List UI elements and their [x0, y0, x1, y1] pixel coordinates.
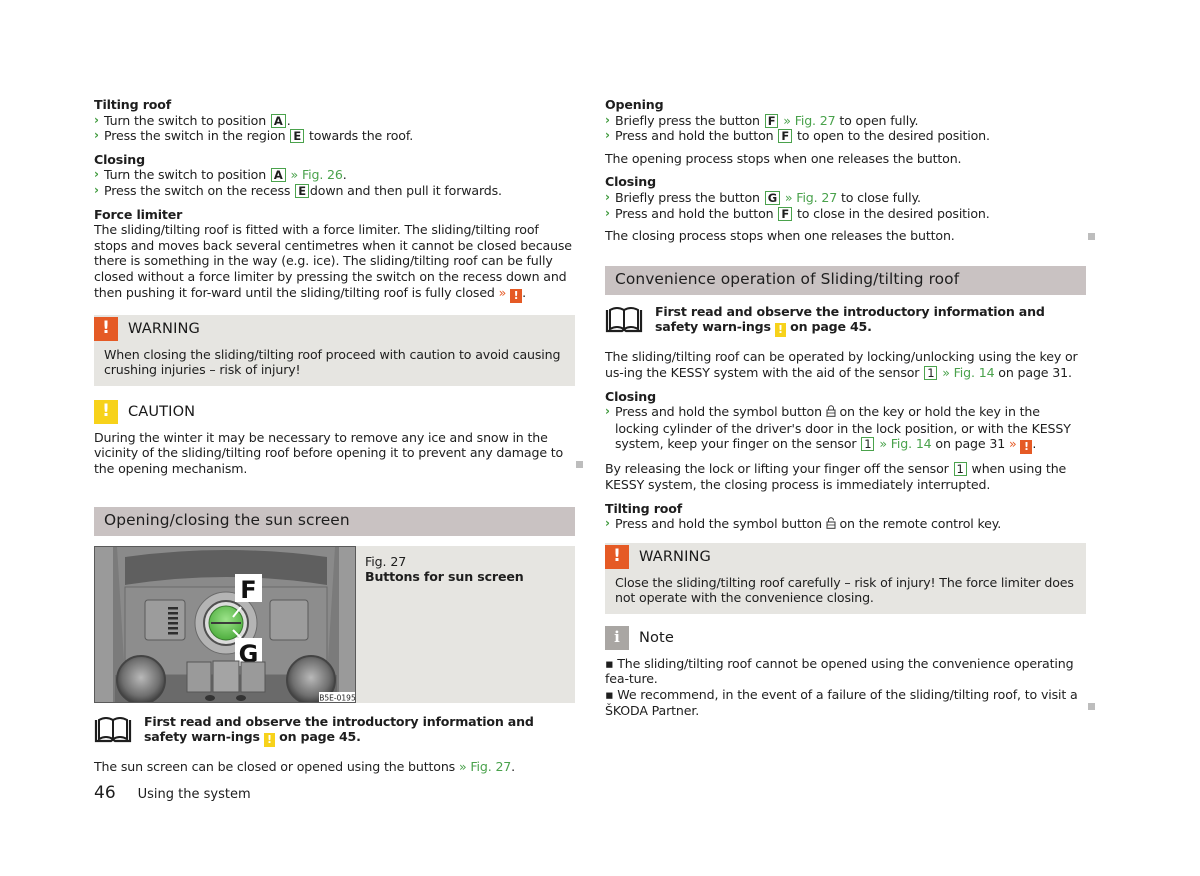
- figure-image: F G B5E-0195: [94, 545, 356, 703]
- key-label: A: [270, 113, 286, 128]
- step-arrow-icon: ›: [605, 205, 610, 220]
- note-box: i Note ▪ The sliding/tilting roof cannot…: [605, 624, 1086, 718]
- section-end-marker: [1088, 233, 1095, 240]
- note-bullet: ▪ We recommend, in the event of a failur…: [605, 687, 1078, 718]
- subheading-tilting-roof: Tilting roof: [94, 97, 172, 112]
- key-label: A: [270, 168, 286, 183]
- section-end-marker: [1088, 703, 1095, 710]
- figure-number: Fig. 27: [365, 553, 407, 569]
- warning-ref-icon[interactable]: !: [1020, 440, 1033, 455]
- note-bullet: ▪ The sliding/tilting roof cannot be ope…: [605, 655, 1074, 687]
- step-arrow-icon: ›: [605, 404, 610, 419]
- step: › Turn the switch to position A.: [94, 112, 291, 128]
- step-arrow-icon: ›: [605, 128, 610, 143]
- key-label: F: [778, 129, 793, 144]
- warning-box: ! WARNING Close the sliding/tilting roof…: [605, 542, 1086, 614]
- key-label: F: [764, 113, 779, 128]
- warning-title: WARNING: [128, 319, 200, 337]
- step-arrow-icon: ›: [94, 112, 99, 127]
- page-number: 46: [94, 783, 116, 803]
- step-arrow-icon: ›: [605, 112, 610, 127]
- subheading-opening: Opening: [605, 97, 664, 112]
- read-first-notice: First read and observe the introductory …: [94, 714, 575, 748]
- right-column: Opening › Briefly press the button F » F…: [605, 97, 1086, 718]
- section-heading-sun-screen: Opening/closing the sun screen: [94, 506, 575, 536]
- figure-caption: Fig. 27 Buttons for sun screen: [356, 545, 575, 703]
- read-first-notice: First read and observe the introductory …: [605, 304, 1086, 338]
- step: › Press the switch in the region E towar…: [94, 128, 414, 144]
- warning-link[interactable]: »: [499, 285, 507, 300]
- figure-27: F G B5E-0195 Fig. 27 Buttons for sun scr…: [94, 545, 575, 703]
- left-column: Tilting roof › Turn the switch to positi…: [94, 97, 575, 775]
- section-end-marker: [576, 461, 583, 468]
- figure-caption-text: Buttons for sun screen: [365, 569, 524, 585]
- release-text: By releasing the lock or lifting your fi…: [605, 461, 1067, 492]
- sun-screen-text: The sun screen can be closed or opened u…: [94, 759, 516, 775]
- figure-link[interactable]: » Fig. 14: [942, 365, 994, 380]
- lock-closed-icon: [826, 405, 840, 419]
- caution-text: During the winter it may be necessary to…: [94, 429, 564, 476]
- figure-link[interactable]: » Fig. 14: [879, 436, 931, 451]
- key-label: E: [290, 129, 305, 144]
- force-limiter-text: The sliding/tilting roof is fitted with …: [94, 222, 572, 303]
- lock-open-icon: [826, 517, 840, 531]
- warning-icon: !: [94, 316, 118, 341]
- convenience-intro: The sliding/tilting roof can be operated…: [605, 349, 1078, 380]
- step: › Briefly press the button G » Fig. 27 t…: [605, 189, 921, 205]
- warning-text: Close the sliding/tilting roof carefully…: [615, 574, 1074, 606]
- warning-ref-icon[interactable]: !: [510, 288, 523, 303]
- step: › Press the switch on the recess Edown a…: [94, 182, 502, 198]
- figure-link[interactable]: » Fig. 27: [785, 190, 837, 205]
- note-title: Note: [639, 629, 674, 647]
- section-heading-convenience: Convenience operation of Sliding/tilting…: [605, 265, 1086, 295]
- subheading-closing: Closing: [605, 388, 656, 404]
- figure-link[interactable]: » Fig. 27: [783, 113, 835, 128]
- book-icon: [94, 716, 132, 742]
- key-label: E: [295, 183, 309, 198]
- caution-title: CAUTION: [128, 402, 196, 420]
- step: › Turn the switch to position A » Fig. 2…: [94, 167, 347, 183]
- key-label: F: [778, 206, 793, 221]
- step-arrow-icon: ›: [94, 182, 99, 197]
- opening-note: The opening process stops when one relea…: [605, 150, 962, 166]
- step-arrow-icon: ›: [94, 128, 99, 143]
- step-arrow-icon: ›: [605, 189, 610, 204]
- roof-console-illustration: F G B5E-0195: [95, 546, 356, 702]
- figure-link[interactable]: » Fig. 26: [291, 167, 343, 182]
- warning-link[interactable]: »: [1009, 436, 1017, 451]
- figure-label-f: F: [240, 576, 256, 604]
- step: › Press and hold the button F to open to…: [605, 128, 990, 144]
- step: › Press and hold the button F to close i…: [605, 205, 990, 221]
- key-label: 1: [924, 365, 938, 380]
- info-icon: i: [605, 625, 629, 650]
- footer-section-title: Using the system: [137, 787, 251, 802]
- warning-icon: !: [605, 544, 629, 569]
- book-icon: [605, 306, 643, 332]
- key-label: G: [764, 190, 780, 205]
- figure-code: B5E-0195: [319, 693, 356, 702]
- subheading-closing: Closing: [605, 174, 656, 190]
- warning-title: WARNING: [639, 547, 711, 565]
- key-label: 1: [953, 462, 967, 477]
- step-arrow-icon: ›: [94, 167, 99, 182]
- warning-box: ! WARNING When closing the sliding/tilti…: [94, 314, 575, 386]
- caution-ref-icon[interactable]: !: [263, 733, 275, 748]
- figure-link[interactable]: » Fig. 27: [459, 759, 511, 774]
- key-label: 1: [861, 437, 875, 452]
- closing-note: The closing process stops when one relea…: [605, 228, 955, 244]
- page-footer: 46 Using the system: [94, 783, 251, 803]
- caution-box: ! CAUTION During the winter it may be ne…: [94, 398, 575, 477]
- subheading-force-limiter: Force limiter: [94, 206, 183, 222]
- caution-ref-icon[interactable]: !: [774, 323, 786, 338]
- caution-icon: !: [94, 399, 118, 424]
- step: › Press and hold the symbol button on th…: [605, 516, 1002, 532]
- warning-text: When closing the sliding/tilting roof pr…: [104, 346, 561, 378]
- step: › Press and hold the symbol button on th…: [605, 404, 1071, 455]
- subheading-tilting-roof: Tilting roof: [605, 500, 683, 516]
- step-arrow-icon: ›: [605, 516, 610, 531]
- step: › Briefly press the button F » Fig. 27 t…: [605, 112, 919, 128]
- subheading-closing: Closing: [94, 151, 145, 167]
